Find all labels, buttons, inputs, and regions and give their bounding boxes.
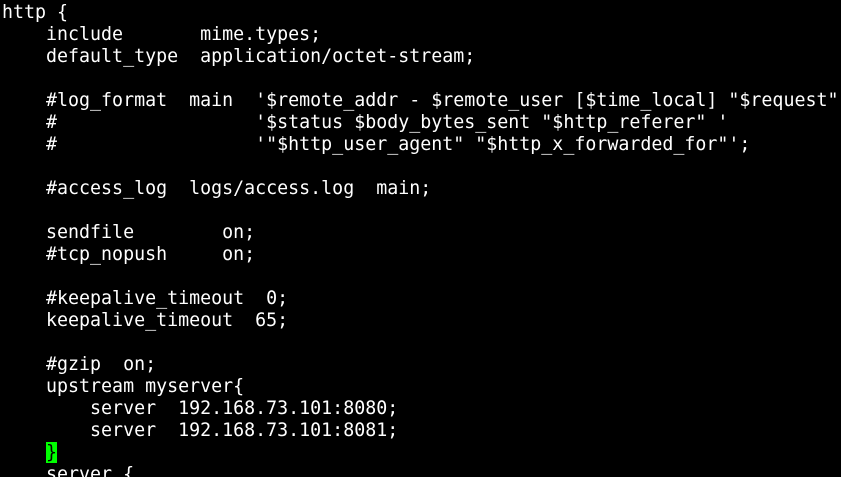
terminal-line: #access_log logs/access.log main; [2, 178, 432, 199]
cursor-line: } [2, 442, 58, 464]
terminal-line: server 192.168.73.101:8081; [2, 420, 399, 441]
terminal-line: upstream myserver{ [2, 376, 245, 397]
text-cursor: } [46, 442, 58, 463]
terminal-line: default_type application/octet-stream; [2, 46, 476, 67]
terminal-line: #gzip on; [2, 354, 157, 375]
terminal-line: http { [2, 2, 69, 23]
terminal-window[interactable]: http { include mime.types; default_type … [0, 0, 841, 477]
terminal-line: sendfile on; [2, 222, 256, 243]
terminal-line: # '$status $body_bytes_sent "$http_refer… [2, 112, 729, 133]
terminal-line: # '"$http_user_agent" "$http_x_forwarded… [2, 134, 751, 155]
terminal-line: server { [2, 464, 135, 477]
terminal-line: include mime.types; [2, 24, 322, 45]
cursor-line-indent [2, 442, 46, 463]
terminal-line: keepalive_timeout 65; [2, 310, 289, 331]
terminal-line: server 192.168.73.101:8080; [2, 398, 399, 419]
terminal-line: #keepalive_timeout 0; [2, 288, 289, 309]
terminal-line: #tcp_nopush on; [2, 244, 256, 265]
terminal-line: #log_format main '$remote_addr - $remote… [2, 90, 839, 111]
